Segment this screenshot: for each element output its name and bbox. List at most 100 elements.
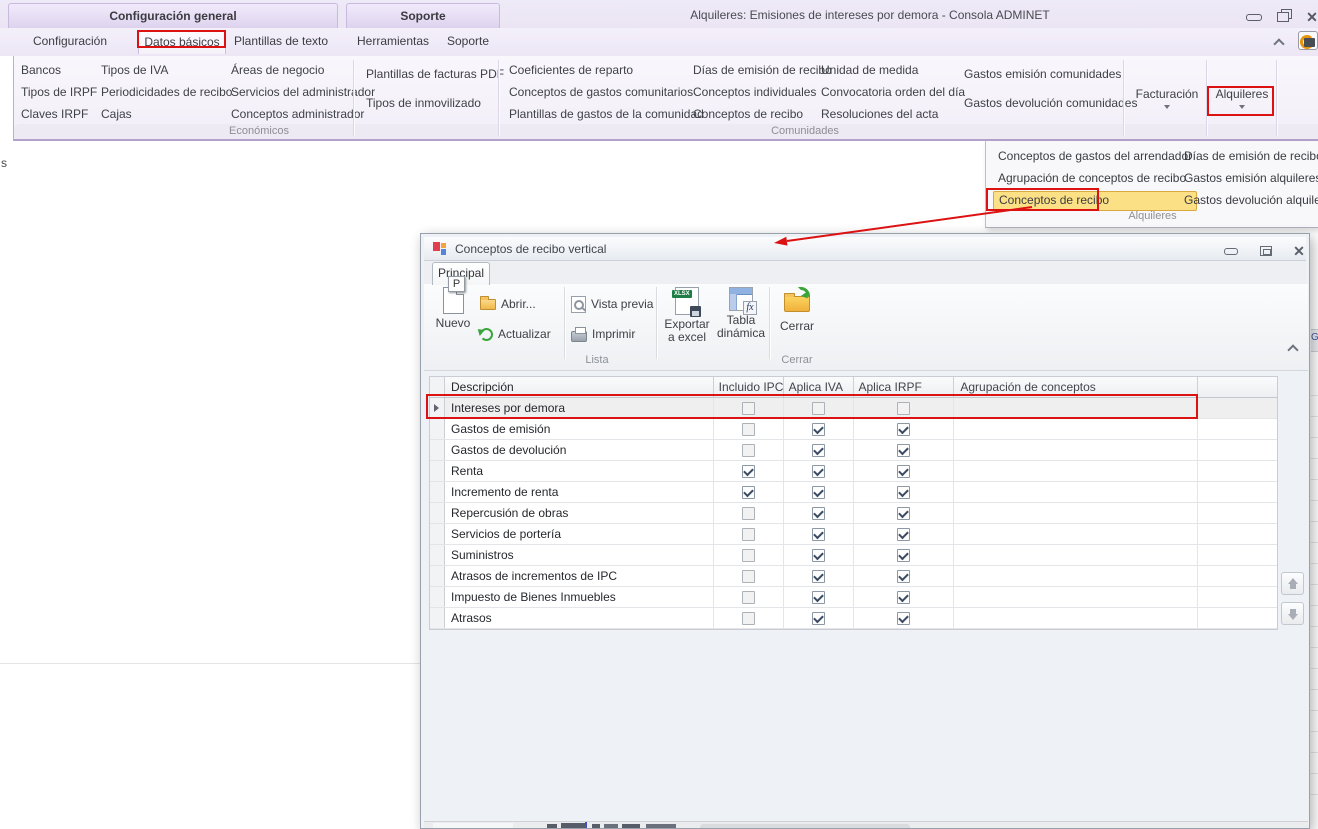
checkbox-aplica-irpf[interactable] [897, 444, 910, 457]
checkbox-aplica-irpf[interactable] [897, 423, 910, 436]
checkbox-incluido-ipc[interactable] [742, 444, 755, 457]
facturacion-dropdown-button[interactable]: Facturación [1129, 62, 1205, 134]
checkbox-aplica-iva[interactable] [812, 423, 825, 436]
checkbox-aplica-iva[interactable] [812, 486, 825, 499]
table-row[interactable]: Impuesto de Bienes Inmuebles [430, 587, 1277, 608]
child-maximize-button[interactable] [1254, 243, 1278, 259]
checkbox-incluido-ipc[interactable] [742, 486, 755, 499]
collapse-ribbon-button[interactable] [1268, 33, 1290, 51]
tab-datos-basicos[interactable]: Datos básicos [138, 30, 226, 54]
checkbox-incluido-ipc[interactable] [742, 528, 755, 541]
checkbox-incluido-ipc[interactable] [742, 507, 755, 520]
ribbon-item[interactable]: Bancos [21, 62, 97, 84]
tab-plantillas-de-texto[interactable]: Plantillas de texto [230, 30, 332, 54]
close-button[interactable]: ✕ [1301, 8, 1318, 26]
checkbox-aplica-irpf[interactable] [897, 528, 910, 541]
ribbon-item[interactable]: Gastos emisión comunidades [964, 66, 1137, 95]
child-window-titlebar[interactable]: Conceptos de recibo vertical ✕ [424, 237, 1306, 261]
table-row[interactable]: Gastos de devolución [430, 440, 1277, 461]
menu-item[interactable]: Conceptos de gastos del arrendador [993, 146, 1197, 168]
checkbox-incluido-ipc[interactable] [742, 402, 755, 415]
checkbox-aplica-irpf[interactable] [897, 591, 910, 604]
tab-soporte[interactable]: Soporte [438, 30, 498, 54]
table-row[interactable]: Atrasos [430, 608, 1277, 629]
table-row[interactable]: Atrasos de incrementos de IPC [430, 566, 1277, 587]
checkbox-aplica-irpf[interactable] [897, 486, 910, 499]
column-header-aplica-iva[interactable]: Aplica IVA [784, 377, 854, 397]
column-header-incluido-ipc[interactable]: Incluido IPC [714, 377, 784, 397]
checkbox-aplica-irpf[interactable] [897, 402, 910, 415]
ribbon-item[interactable]: Unidad de medida [821, 62, 965, 84]
actualizar-button[interactable]: Actualizar [480, 323, 551, 345]
child-minimize-button[interactable] [1219, 243, 1243, 259]
app-help-icon[interactable] [1298, 31, 1318, 50]
cerrar-button[interactable]: Cerrar [774, 287, 820, 333]
move-row-down-button[interactable] [1281, 602, 1304, 625]
ribbon-item[interactable]: Gastos devolución comunidades [964, 95, 1137, 124]
ribbon-item[interactable]: Plantillas de facturas PDF [366, 66, 504, 95]
ribbon-item[interactable]: Conceptos de gastos comunitarios [509, 84, 704, 106]
checkbox-aplica-iva[interactable] [812, 570, 825, 583]
checkbox-aplica-irpf[interactable] [897, 612, 910, 625]
minimize-button[interactable] [1243, 8, 1265, 26]
checkbox-aplica-iva[interactable] [812, 465, 825, 478]
checkbox-incluido-ipc[interactable] [742, 423, 755, 436]
exportar-excel-button[interactable]: XLSX Exportara excel [661, 287, 713, 344]
ribbon-item[interactable]: Tipos de IVA [101, 62, 232, 84]
menu-item[interactable]: Conceptos de recibo [993, 191, 1197, 211]
table-row[interactable]: Incremento de renta [430, 482, 1277, 503]
checkbox-incluido-ipc[interactable] [742, 612, 755, 625]
ribbon-item[interactable]: Días de emisión de recibo [693, 62, 832, 84]
checkbox-incluido-ipc[interactable] [742, 465, 755, 478]
table-row[interactable]: Gastos de emisión [430, 419, 1277, 440]
move-row-up-button[interactable] [1281, 572, 1304, 595]
checkbox-incluido-ipc[interactable] [742, 570, 755, 583]
menu-item[interactable]: Gastos emisión alquileres [1179, 168, 1318, 190]
checkbox-aplica-iva[interactable] [812, 612, 825, 625]
checkbox-aplica-irpf[interactable] [897, 570, 910, 583]
checkbox-aplica-iva[interactable] [812, 528, 825, 541]
ribbon-item[interactable]: Tipos de inmovilizado [366, 95, 504, 124]
table-row[interactable]: Suministros [430, 545, 1277, 566]
nuevo-button[interactable]: Nuevo [430, 287, 476, 330]
checkbox-aplica-irpf[interactable] [897, 507, 910, 520]
ribbon-item[interactable]: Coeficientes de reparto [509, 62, 704, 84]
checkbox-aplica-iva[interactable] [812, 444, 825, 457]
collapse-toolbar-button[interactable] [1284, 341, 1302, 358]
menu-item[interactable]: Gastos devolución alquileres [1179, 190, 1318, 212]
ribbon-item[interactable]: Tipos de IRPF [21, 84, 97, 106]
checkbox-incluido-ipc[interactable] [742, 549, 755, 562]
tab-configuracion-general[interactable]: Configuración general [14, 30, 126, 54]
ribbon-item[interactable]: Conceptos individuales [693, 84, 832, 106]
checkbox-aplica-iva[interactable] [812, 591, 825, 604]
vista-previa-button[interactable]: Vista previa [571, 293, 653, 315]
table-row[interactable]: Intereses por demora [430, 398, 1277, 419]
contextual-tab-group-configuracion[interactable]: Configuración general [8, 3, 338, 28]
tabla-dinamica-button[interactable]: fx Tabladinámica [715, 287, 767, 340]
checkbox-aplica-irpf[interactable] [897, 465, 910, 478]
menu-item[interactable]: Días de emisión de recibo [1179, 146, 1318, 168]
alquileres-dropdown-button[interactable]: Alquileres [1210, 62, 1274, 134]
contextual-tab-group-soporte[interactable]: Soporte [346, 3, 500, 28]
column-header-aplica-irpf[interactable]: Aplica IRPF [854, 377, 955, 397]
table-row[interactable]: Repercusión de obras [430, 503, 1277, 524]
restore-button[interactable] [1272, 8, 1294, 26]
column-header-descripcion[interactable]: Descripción [445, 377, 714, 397]
table-row[interactable]: Servicios de portería [430, 524, 1277, 545]
child-close-button[interactable]: ✕ [1287, 243, 1310, 259]
abrir-button[interactable]: Abrir... [480, 293, 536, 315]
column-header-agrupacion[interactable]: Agrupación de conceptos [954, 377, 1198, 397]
ribbon-item[interactable]: Convocatoria orden del día [821, 84, 965, 106]
checkbox-aplica-iva[interactable] [812, 507, 825, 520]
tab-herramientas[interactable]: Herramientas [352, 30, 434, 54]
checkbox-aplica-iva[interactable] [812, 402, 825, 415]
checkbox-aplica-iva[interactable] [812, 549, 825, 562]
ribbon-item[interactable]: Claves IRPF [21, 106, 97, 128]
checkbox-incluido-ipc[interactable] [742, 591, 755, 604]
menu-item[interactable]: Agrupación de conceptos de recibo [993, 168, 1197, 190]
ribbon-item[interactable]: Plantillas de gastos de la comunidad [509, 106, 704, 128]
ribbon-item[interactable]: Periodicidades de recibo [101, 84, 232, 106]
table-row[interactable]: Renta [430, 461, 1277, 482]
imprimir-button[interactable]: Imprimir [571, 323, 635, 345]
checkbox-aplica-irpf[interactable] [897, 549, 910, 562]
